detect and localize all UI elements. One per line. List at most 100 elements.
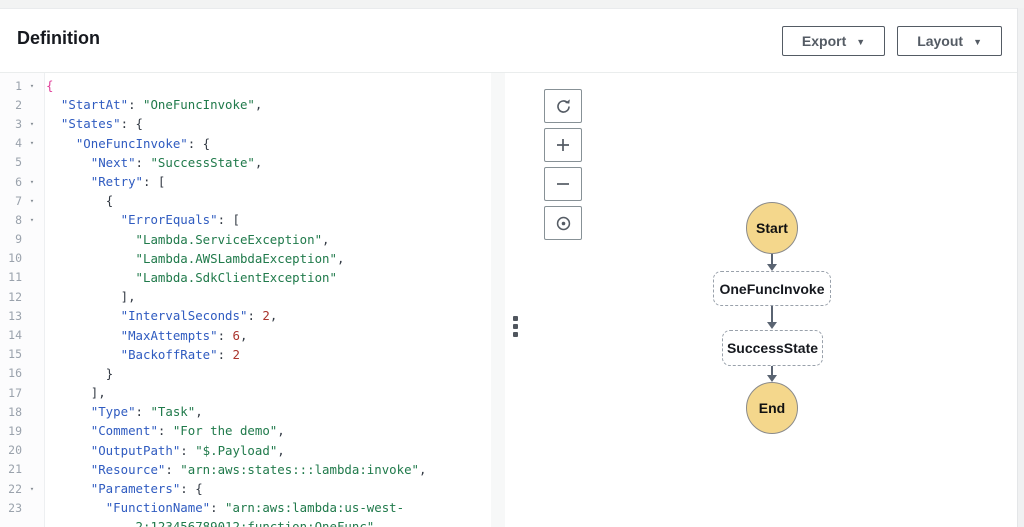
export-button-label: Export [801, 33, 847, 49]
code-text: "OneFuncInvoke": { [75, 135, 211, 151]
code-line[interactable]: 4 ▾ "OneFuncInvoke": { [0, 134, 505, 153]
code-text: ], [90, 385, 106, 401]
code-line[interactable]: 15 "BackoffRate": 2 [0, 345, 505, 364]
line-number: 1 [15, 78, 22, 93]
line-number: 2 [15, 97, 22, 112]
edge-arrowhead [767, 322, 777, 329]
code-line[interactable]: 6 ▾ "Retry": [ [0, 172, 505, 191]
code-line[interactable]: 8 ▾ "ErrorEquals": [ [0, 210, 505, 229]
line-number: 3 [15, 116, 22, 131]
graph-node-end[interactable]: End [746, 382, 798, 434]
code-line[interactable]: 12 ], [0, 287, 505, 306]
code-text: ], [120, 289, 136, 305]
line-number: 13 [8, 308, 22, 323]
chevron-down-icon: ▼ [973, 37, 982, 47]
code-text: "Comment": "For the demo", [90, 423, 285, 439]
code-text: "OutputPath": "$.Payload", [90, 442, 285, 458]
line-number: 7 [15, 193, 22, 208]
workflow-graph-panel: Start OneFuncInvoke SuccessState End [529, 73, 1018, 527]
code-line[interactable]: 5 "Next": "SuccessState", [0, 153, 505, 172]
code-line[interactable]: 22 ▾ "Parameters": { [0, 479, 505, 498]
code-line[interactable]: 13 "IntervalSeconds": 2, [0, 306, 505, 325]
center-graph-button[interactable] [544, 206, 582, 240]
code-line[interactable]: 11 "Lambda.SdkClientException" [0, 268, 505, 287]
graph-controls [544, 89, 582, 240]
line-number: 11 [8, 270, 22, 285]
plus-icon [557, 139, 569, 151]
chevron-down-icon: ▼ [856, 37, 866, 47]
code-line[interactable]: 2 "StartAt": "OneFuncInvoke", [0, 95, 505, 114]
code-text: "BackoffRate": 2 [120, 346, 240, 362]
code-text: 2:123456789012:function:OneFunc", [135, 519, 382, 527]
node-label: End [758, 400, 786, 416]
header-actions: Export ▼ Layout ▼ [781, 26, 1002, 56]
code-line[interactable]: 16 } [0, 364, 505, 383]
line-number: 23 [8, 500, 22, 515]
line-number: 10 [8, 251, 22, 266]
code-line[interactable]: 3 ▾ "States": { [0, 114, 505, 133]
code-line[interactable]: 7 ▾ { [0, 191, 505, 210]
layout-button[interactable]: Layout ▼ [897, 26, 1002, 56]
node-label: SuccessState [726, 340, 819, 356]
graph-node-onefuncinvoke[interactable]: OneFuncInvoke [713, 271, 831, 306]
line-number: 12 [8, 289, 22, 304]
code-text: "Lambda.ServiceException", [135, 231, 330, 247]
code-text: { [105, 193, 114, 209]
line-number: 15 [8, 347, 22, 362]
line-number: 20 [8, 443, 22, 458]
node-label: Start [756, 220, 788, 236]
line-number: 4 [15, 136, 22, 151]
layout-button-label: Layout [917, 33, 964, 49]
line-number: 19 [8, 423, 22, 438]
line-number: 8 [15, 212, 22, 227]
export-button[interactable]: Export ▼ [781, 26, 886, 56]
code-line[interactable]: 14 "MaxAttempts": 6, [0, 325, 505, 344]
code-line[interactable]: 17 ], [0, 383, 505, 402]
fold-caret-icon[interactable]: ▾ [22, 216, 42, 224]
graph-node-start[interactable]: Start [746, 202, 798, 254]
page-title: Definition [17, 28, 100, 48]
page-scrollbar[interactable] [1017, 8, 1024, 527]
graph-node-successstate[interactable]: SuccessState [722, 330, 823, 366]
code-text: "IntervalSeconds": 2, [120, 308, 278, 324]
minus-icon [557, 183, 569, 185]
fold-caret-icon[interactable]: ▾ [22, 178, 42, 186]
fold-caret-icon[interactable]: ▾ [22, 197, 42, 205]
code-line[interactable]: 20 "OutputPath": "$.Payload", [0, 441, 505, 460]
code-text: "ErrorEquals": [ [120, 212, 240, 228]
line-number: 9 [15, 232, 22, 247]
code-text: "FunctionName": "arn:aws:lambda:us-west- [105, 500, 405, 516]
line-number: 22 [8, 481, 22, 496]
line-number: 17 [8, 385, 22, 400]
fold-caret-icon[interactable]: ▾ [22, 485, 42, 493]
fold-caret-icon[interactable]: ▾ [22, 82, 42, 90]
code-line[interactable]: 19 "Comment": "For the demo", [0, 421, 505, 440]
panel-header: Definition Export ▼ Layout ▼ [0, 9, 1018, 73]
line-number: 16 [8, 366, 22, 381]
code-text: "Next": "SuccessState", [90, 154, 263, 170]
resize-handle[interactable] [513, 316, 518, 337]
code-text: "Retry": [ [90, 174, 166, 190]
edge-line [771, 306, 773, 323]
fold-caret-icon[interactable]: ▾ [22, 139, 42, 147]
target-dot-icon [556, 216, 570, 230]
json-code-editor[interactable]: 1 ▾{2 "StartAt": "OneFuncInvoke", 3 ▾ "Stat… [0, 73, 505, 527]
code-line[interactable]: 18 "Type": "Task", [0, 402, 505, 421]
refresh-button[interactable] [544, 89, 582, 123]
code-line[interactable]: 2:123456789012:function:OneFunc", [0, 517, 505, 527]
panel-content: 1 ▾{2 "StartAt": "OneFuncInvoke", 3 ▾ "Stat… [0, 73, 1018, 527]
code-line[interactable]: 10 "Lambda.AWSLambdaException", [0, 249, 505, 268]
zoom-out-button[interactable] [544, 167, 582, 201]
code-text: "Lambda.SdkClientException" [135, 269, 337, 285]
code-line[interactable]: 1 ▾ { [0, 76, 505, 95]
zoom-in-button[interactable] [544, 128, 582, 162]
code-line[interactable]: 21 "Resource": "arn:aws:states:::lambda:… [0, 460, 505, 479]
code-text: "MaxAttempts": 6, [120, 327, 248, 343]
fold-caret-icon[interactable]: ▾ [22, 120, 42, 128]
code-line[interactable]: 9 "Lambda.ServiceException", [0, 230, 505, 249]
line-number: 18 [8, 404, 22, 419]
code-text: "Type": "Task", [90, 404, 203, 420]
code-lines: 1 ▾{2 "StartAt": "OneFuncInvoke", 3 ▾ "Stat… [0, 76, 505, 527]
line-number: 6 [15, 174, 22, 189]
code-line[interactable]: 23 "FunctionName": "arn:aws:lambda:us-we… [0, 498, 505, 517]
